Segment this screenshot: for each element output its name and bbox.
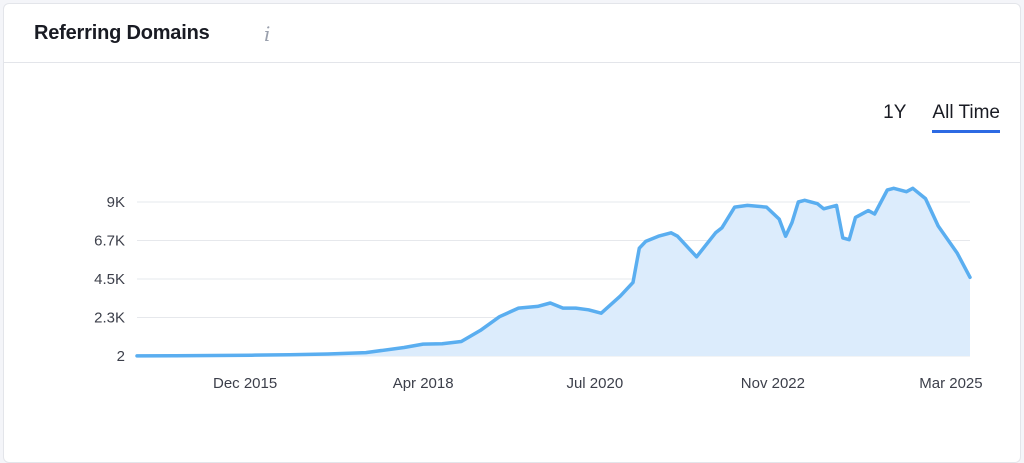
y-tick-label: 9K — [107, 194, 125, 211]
y-tick-label: 6.7K — [94, 233, 125, 250]
x-axis-ticks: Dec 2015 Apr 2018 Jul 2020 Nov 2022 Mar 2025 — [213, 375, 983, 392]
x-tick-label: Jul 2020 — [566, 375, 623, 392]
x-tick-label: Apr 2018 — [393, 375, 454, 392]
y-tick-label: 2 — [117, 348, 125, 365]
x-tick-label: Dec 2015 — [213, 375, 277, 392]
y-tick-label: 4.5K — [94, 271, 125, 288]
referring-domains-chart: 2 2.3K 4.5K 6.7K 9K Dec 2015 Apr 2018 Jul 2020… — [94, 186, 983, 392]
x-tick-label: Nov 2022 — [741, 375, 805, 392]
y-axis-ticks: 2 2.3K 4.5K 6.7K 9K — [94, 194, 125, 365]
area-fill — [137, 188, 970, 356]
y-tick-label: 2.3K — [94, 310, 125, 327]
x-tick-label: Mar 2025 — [919, 375, 982, 392]
